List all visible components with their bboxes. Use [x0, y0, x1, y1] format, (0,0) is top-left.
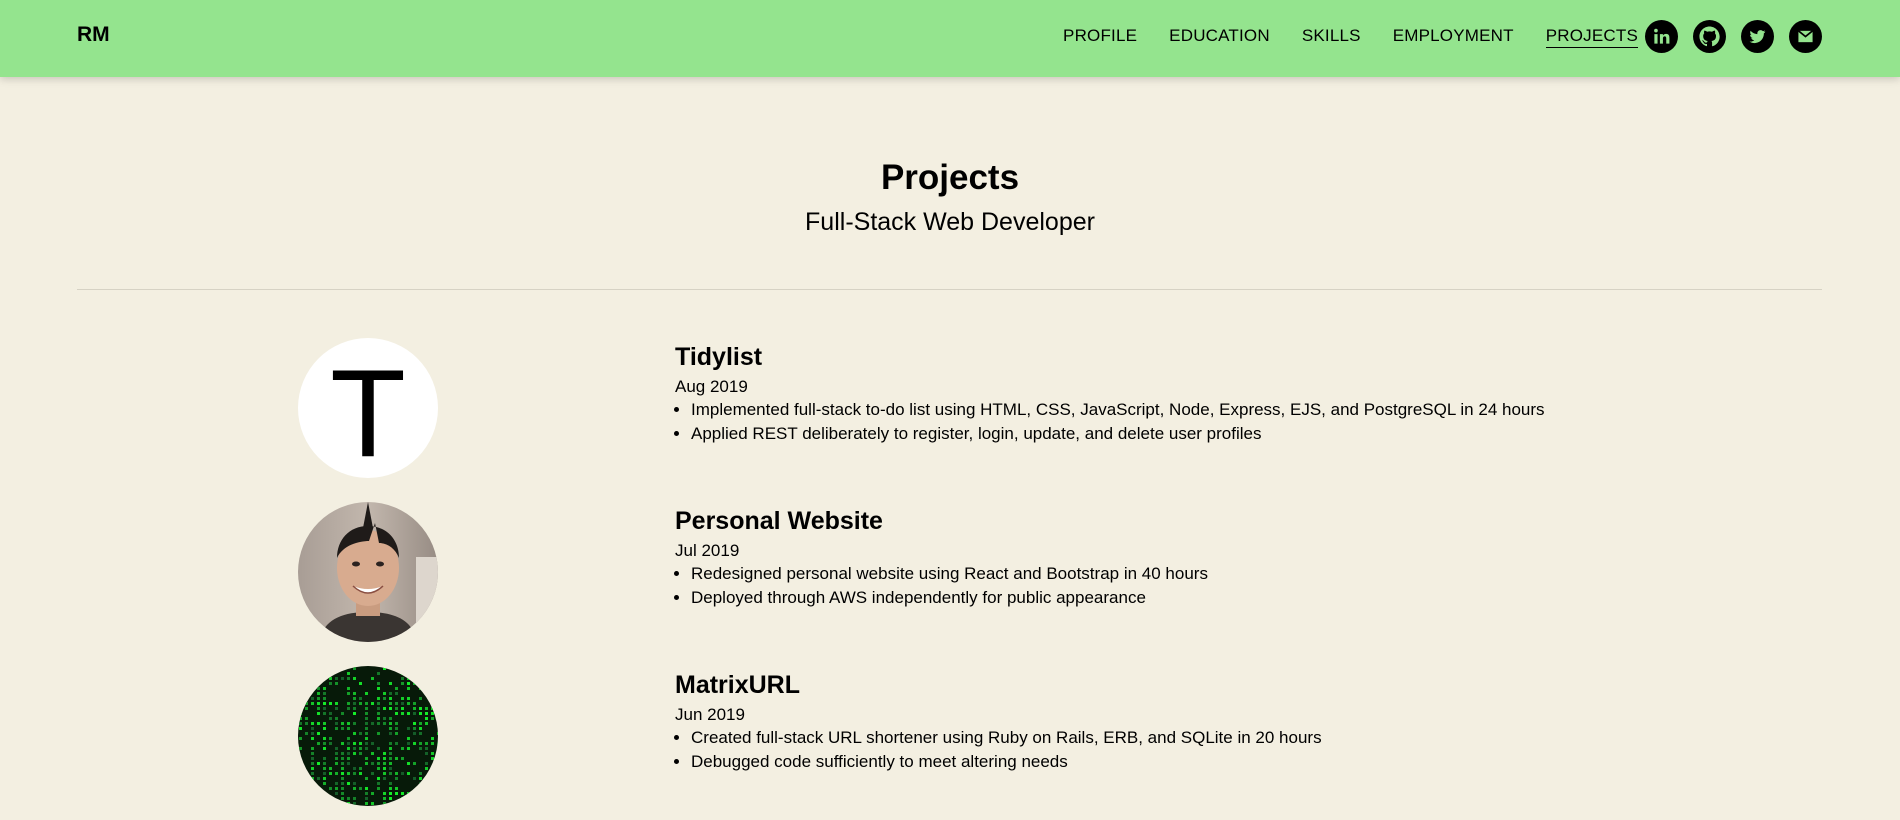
project-details: Tidylist Aug 2019 Implemented full-stack…	[675, 342, 1545, 446]
brand-logo[interactable]: RM	[77, 23, 110, 47]
nav-links: PROFILE EDUCATION SKILLS EMPLOYMENT PROJ…	[1063, 26, 1638, 48]
bullet-item: Deployed through AWS independently for p…	[691, 586, 1208, 610]
matrix-rain-image	[299, 667, 438, 805]
nav-link-profile[interactable]: PROFILE	[1063, 26, 1137, 48]
navbar: RM PROFILE EDUCATION SKILLS EMPLOYMENT P…	[0, 0, 1900, 77]
bullet-item: Created full-stack URL shortener using R…	[691, 726, 1322, 750]
letter-t-logo: T	[330, 345, 406, 478]
matrix-image	[298, 666, 438, 806]
project-bullets: Created full-stack URL shortener using R…	[691, 726, 1322, 774]
project-date: Jun 2019	[675, 705, 745, 724]
bullet-item: Redesigned personal website using React …	[691, 562, 1208, 586]
nav-link-education[interactable]: EDUCATION	[1169, 26, 1270, 48]
project-item-matrixurl: MatrixURL Jun 2019 Created full-stack UR…	[0, 666, 1900, 806]
mail-icon[interactable]	[1789, 20, 1822, 53]
section-divider	[77, 289, 1822, 290]
project-title: Personal Website	[675, 507, 883, 535]
project-item-tidylist: T Tidylist Aug 2019 Implemented full-sta…	[0, 338, 1900, 478]
bullet-item: Applied REST deliberately to register, l…	[691, 422, 1545, 446]
nav-link-projects[interactable]: PROJECTS	[1545, 26, 1638, 48]
project-title: MatrixURL	[675, 671, 801, 699]
tidylist-logo: T	[298, 338, 438, 478]
project-date: Aug 2019	[675, 377, 748, 396]
project-bullets: Implemented full-stack to-do list using …	[691, 398, 1545, 446]
project-bullets: Redesigned personal website using React …	[691, 562, 1208, 610]
project-details: MatrixURL Jun 2019 Created full-stack UR…	[675, 670, 1322, 774]
project-details: Personal Website Jul 2019 Redesigned per…	[675, 506, 1208, 610]
linkedin-icon[interactable]	[1645, 20, 1678, 53]
svg-text:T: T	[330, 345, 406, 478]
bullet-item: Debugged code sufficiently to meet alter…	[691, 750, 1322, 774]
nav-link-employment[interactable]: EMPLOYMENT	[1393, 26, 1514, 48]
social-links	[1645, 20, 1822, 53]
page-title: Projects	[880, 158, 1020, 197]
profile-photo	[298, 502, 438, 642]
bullet-item: Implemented full-stack to-do list using …	[691, 398, 1545, 422]
github-icon[interactable]	[1693, 20, 1726, 53]
project-item-personal-website: Personal Website Jul 2019 Redesigned per…	[0, 502, 1900, 642]
profile-photo-image	[298, 502, 438, 642]
project-title: Tidylist	[675, 343, 763, 371]
project-date: Jul 2019	[675, 541, 740, 560]
page-subtitle: Full-Stack Web Developer	[805, 208, 1095, 236]
twitter-icon[interactable]	[1741, 20, 1774, 53]
nav-link-skills[interactable]: SKILLS	[1302, 26, 1361, 48]
page-header: Projects Full-Stack Web Developer	[0, 158, 1900, 237]
